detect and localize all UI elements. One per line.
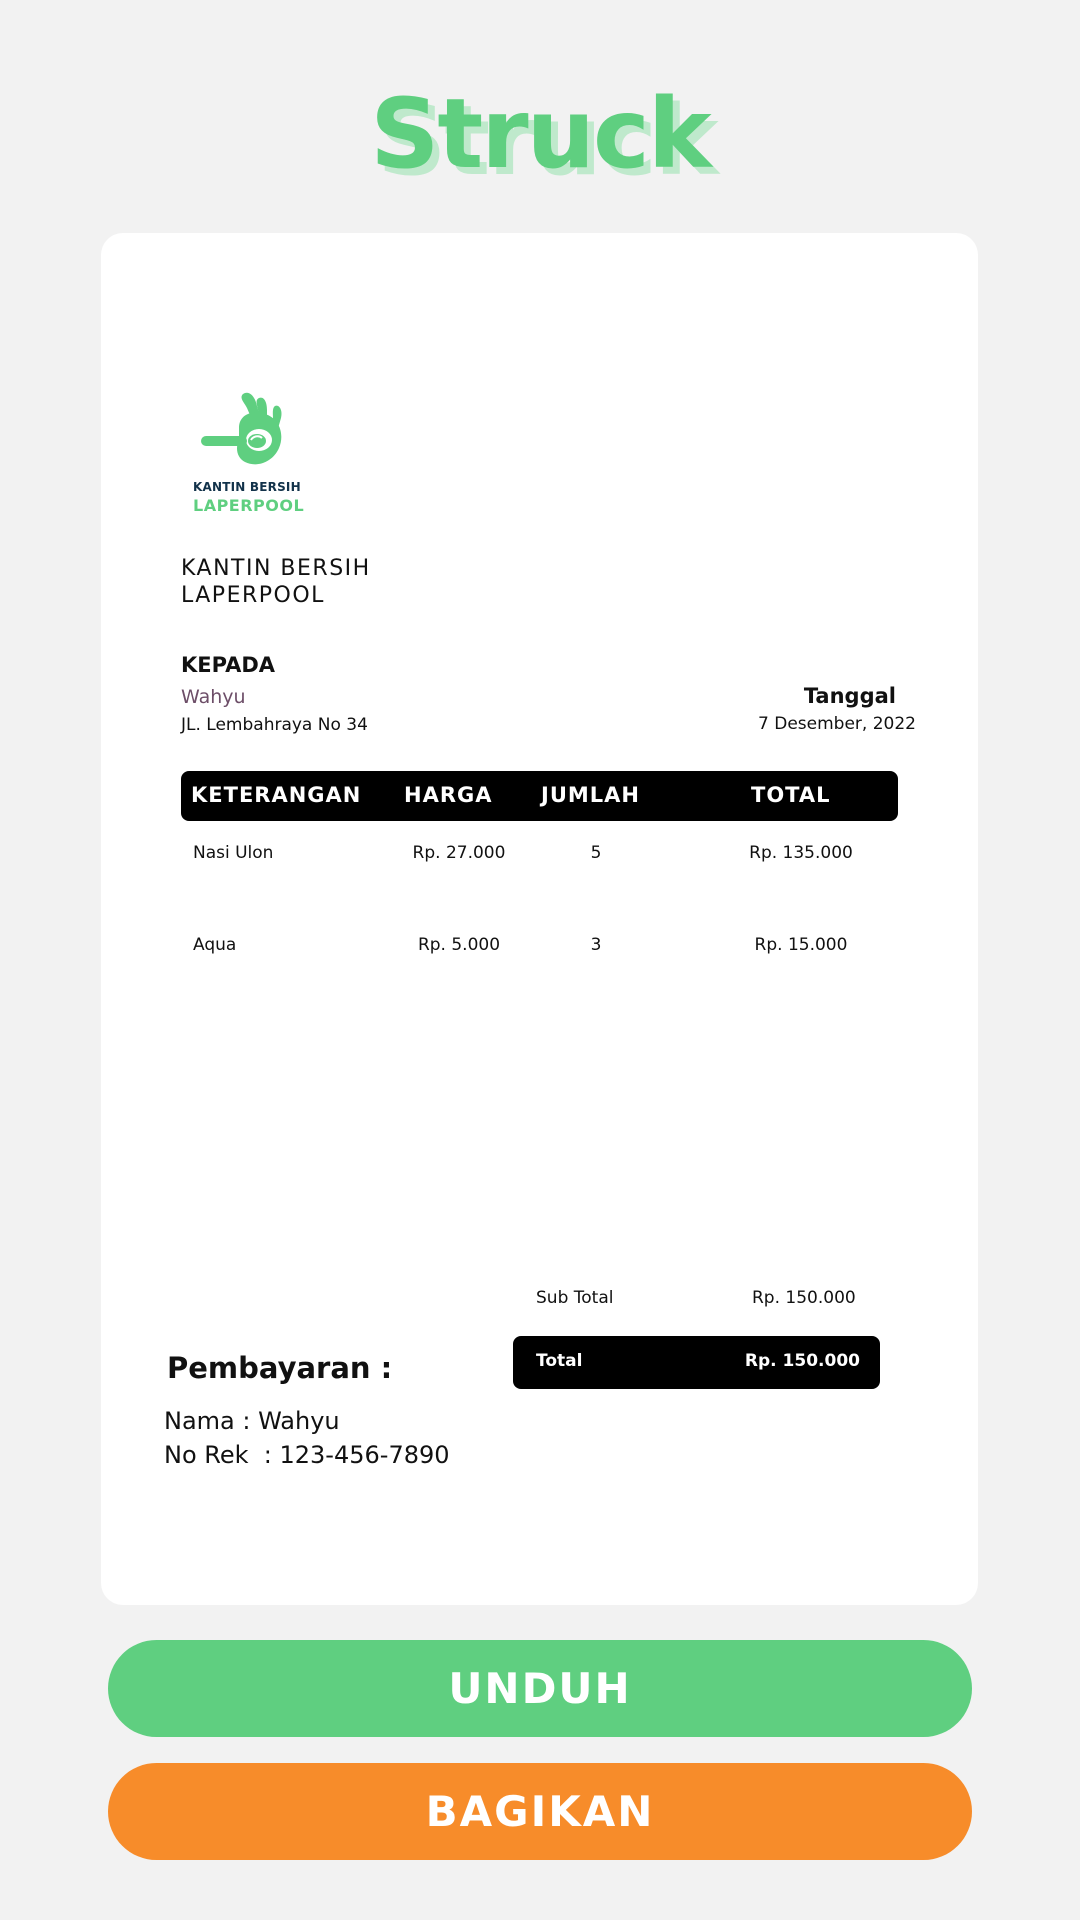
item-total: Rp. 135.000 (749, 843, 853, 863)
payment-heading: Pembayaran : (167, 1351, 393, 1385)
table-row: Aqua Rp. 5.000 3 Rp. 15.000 (181, 935, 898, 965)
recipient-address: JL. Lembahraya No 34 (181, 715, 368, 735)
logo-text-line1: KANTIN BERSIH (193, 480, 301, 494)
date-value: 7 Desember, 2022 (758, 714, 916, 734)
subtotal-label: Sub Total (536, 1288, 614, 1308)
column-header-total: TOTAL (751, 783, 831, 807)
shop-name-line2: LAPERPOOL (181, 583, 325, 608)
item-quantity: 3 (590, 935, 602, 955)
item-description: Aqua (193, 935, 237, 955)
item-price: Rp. 5.000 (417, 935, 501, 955)
item-price: Rp. 27.000 (412, 843, 506, 863)
share-button[interactable]: BAGIKAN (108, 1763, 972, 1860)
column-header-description: KETERANGAN (191, 783, 362, 807)
download-button[interactable]: UNDUH (108, 1640, 972, 1737)
column-header-price: HARGA (404, 783, 493, 807)
brand-logo: KANTIN BERSIH LAPERPOOL (189, 388, 309, 515)
recipient-label: KEPADA (181, 653, 276, 677)
item-total: Rp. 15.000 (754, 935, 848, 955)
grand-total-box: Total Rp. 150.000 (513, 1336, 880, 1389)
shop-name-line1: KANTIN BERSIH (181, 556, 371, 581)
recipient-name: Wahyu (181, 686, 246, 708)
total-value: Rp. 150.000 (744, 1351, 860, 1371)
column-header-quantity: JUMLAH (541, 783, 640, 807)
subtotal-value: Rp. 150.000 (752, 1288, 856, 1308)
item-description: Nasi Ulon (193, 843, 274, 863)
logo-text-line2: LAPERPOOL (193, 496, 305, 515)
total-label: Total (536, 1351, 583, 1371)
shop-name: KANTIN BERSIH LAPERPOOL (181, 555, 371, 609)
date-label: Tanggal (803, 684, 896, 708)
page-title: Struck (370, 78, 711, 190)
table-row: Nasi Ulon Rp. 27.000 5 Rp. 135.000 (181, 843, 898, 873)
hand-ok-spoon-logo-icon (201, 392, 282, 465)
items-table-header: KETERANGAN HARGA JUMLAH TOTAL (181, 771, 898, 821)
payment-name: Nama : Wahyu (164, 1407, 340, 1435)
payment-account-number: No Rek : 123-456-7890 (164, 1441, 450, 1469)
item-quantity: 5 (590, 843, 602, 863)
receipt-card: KANTIN BERSIH LAPERPOOL KANTIN BERSIH LA… (101, 233, 978, 1605)
